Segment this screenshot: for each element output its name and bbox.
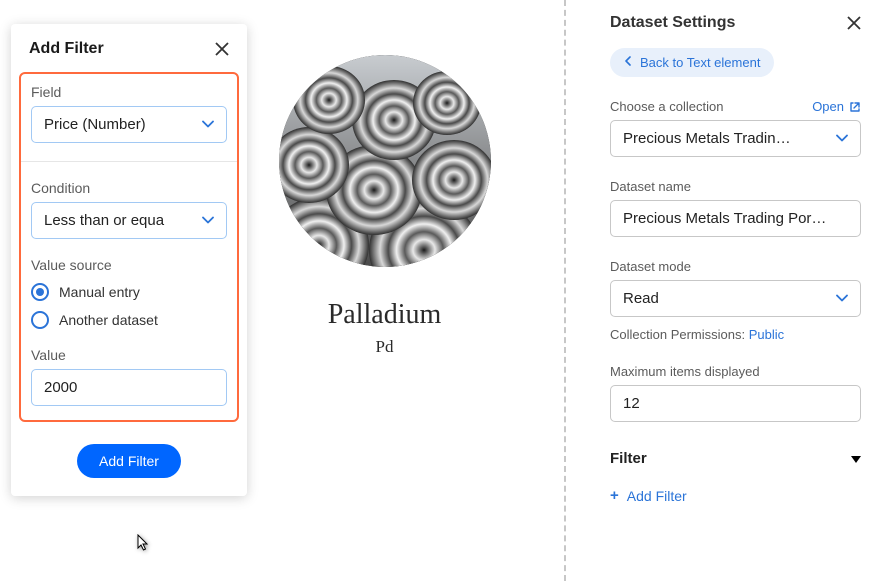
- close-icon[interactable]: [847, 16, 861, 30]
- close-icon[interactable]: [215, 42, 229, 56]
- settings-title: Dataset Settings: [610, 14, 735, 32]
- field-value: Price (Number): [44, 116, 146, 133]
- vertical-divider: [564, 0, 566, 581]
- add-filter-panel: Add Filter Field Price (Number) Conditio…: [11, 24, 247, 496]
- settings-header: Dataset Settings: [610, 14, 861, 32]
- collection-value: Precious Metals Tradin…: [623, 130, 791, 147]
- permissions-label: Collection Permissions:: [610, 327, 749, 342]
- plus-icon: +: [610, 487, 619, 504]
- back-to-text-element[interactable]: Back to Text element: [610, 48, 774, 77]
- item-name: Palladium: [267, 299, 502, 331]
- radio-manual-label: Manual entry: [59, 284, 140, 300]
- add-filter-link-label: Add Filter: [627, 488, 687, 504]
- permissions-line: Collection Permissions: Public: [610, 327, 861, 342]
- filter-section-header[interactable]: Filter: [610, 450, 861, 473]
- chevron-down-icon: [836, 133, 848, 145]
- chevron-down-icon: [202, 215, 214, 227]
- radio-another-label: Another dataset: [59, 312, 158, 328]
- radio-another-dataset[interactable]: Another dataset: [31, 311, 227, 329]
- collection-select[interactable]: Precious Metals Tradin…: [610, 120, 861, 157]
- caret-down-icon: [851, 450, 861, 467]
- condition-select[interactable]: Less than or equa: [31, 202, 227, 239]
- chevron-left-icon: [624, 56, 632, 69]
- chevron-down-icon: [202, 119, 214, 131]
- radio-unchecked-icon: [31, 311, 49, 329]
- item-symbol: Pd: [267, 337, 502, 357]
- add-filter-button[interactable]: Add Filter: [77, 444, 181, 478]
- max-items-value: 12: [623, 395, 640, 412]
- divider: [21, 161, 237, 162]
- open-collection-link[interactable]: Open: [812, 99, 861, 114]
- dataset-name-input[interactable]: Precious Metals Trading Por…: [610, 200, 861, 237]
- field-select[interactable]: Price (Number): [31, 106, 227, 143]
- dataset-name-value: Precious Metals Trading Por…: [623, 210, 826, 227]
- condition-label: Condition: [31, 180, 227, 196]
- radio-manual-entry[interactable]: Manual entry: [31, 283, 227, 301]
- max-items-label: Maximum items displayed: [610, 364, 861, 379]
- dataset-mode-value: Read: [623, 290, 659, 307]
- field-label: Field: [31, 84, 227, 100]
- filter-highlight-box: Field Price (Number) Condition Less than…: [19, 72, 239, 422]
- value-source-label: Value source: [31, 257, 227, 273]
- add-filter-title: Add Filter: [29, 40, 104, 58]
- dataset-mode-label: Dataset mode: [610, 259, 861, 274]
- max-items-input[interactable]: 12: [610, 385, 861, 422]
- back-label: Back to Text element: [640, 55, 760, 70]
- collection-label-row: Choose a collection Open: [610, 99, 861, 114]
- dataset-mode-select[interactable]: Read: [610, 280, 861, 317]
- item-image: [279, 55, 491, 267]
- value-input[interactable]: 2000: [31, 369, 227, 406]
- item-card: Palladium Pd: [267, 55, 502, 357]
- cursor-icon: [135, 534, 151, 555]
- radio-checked-icon: [31, 283, 49, 301]
- dataset-settings-panel: Dataset Settings Back to Text element Ch…: [590, 0, 881, 581]
- open-label: Open: [812, 99, 844, 114]
- condition-value: Less than or equa: [44, 212, 164, 229]
- add-filter-header: Add Filter: [11, 24, 247, 72]
- permissions-link[interactable]: Public: [749, 327, 784, 342]
- chevron-down-icon: [836, 293, 848, 305]
- value-input-text: 2000: [44, 379, 77, 396]
- dataset-name-label: Dataset name: [610, 179, 861, 194]
- value-label: Value: [31, 347, 227, 363]
- external-link-icon: [849, 101, 861, 113]
- filter-heading-label: Filter: [610, 450, 647, 467]
- add-filter-link[interactable]: + Add Filter: [610, 487, 687, 504]
- collection-label: Choose a collection: [610, 99, 723, 114]
